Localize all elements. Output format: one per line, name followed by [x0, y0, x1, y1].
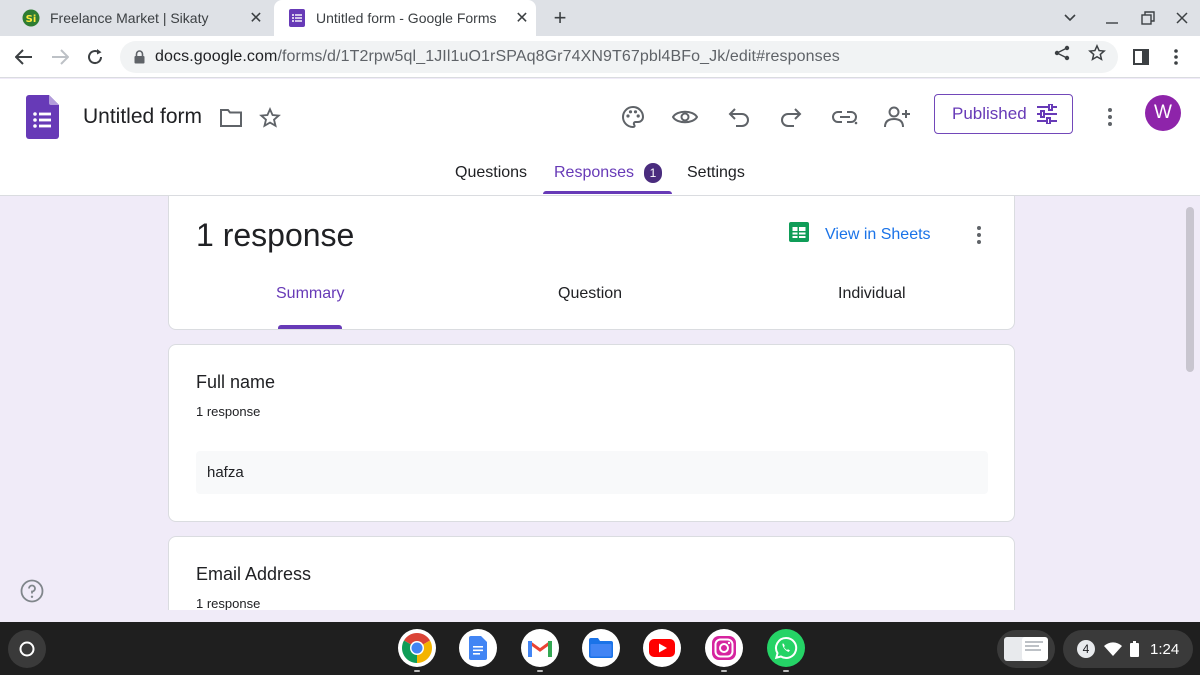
view-in-sheets-label: View in Sheets: [825, 225, 931, 243]
chrome-icon[interactable]: [398, 629, 436, 667]
tab-title: Untitled form - Google Forms: [316, 10, 497, 26]
instagram-icon[interactable]: [705, 629, 743, 667]
question-card-full-name: Full name 1 response hafza: [168, 344, 1015, 522]
publish-settings-icon: [1036, 103, 1058, 129]
undo-icon[interactable]: [723, 101, 755, 133]
youtube-icon[interactable]: [643, 629, 681, 667]
running-indicator: [721, 670, 727, 672]
question-response-count: 1 response: [196, 404, 261, 419]
lock-icon: [134, 50, 145, 64]
palette-icon[interactable]: [617, 101, 649, 133]
close-tab-icon[interactable]: ✕: [242, 8, 270, 28]
wifi-icon: [1104, 642, 1122, 656]
published-button[interactable]: Published: [934, 94, 1073, 134]
responses-summary-card: 1 response View in Sheets Summary Questi…: [168, 196, 1015, 330]
notification-count: 4: [1077, 640, 1095, 658]
question-title: Email Address: [196, 564, 312, 584]
battery-icon: [1130, 641, 1139, 657]
subtab-individual[interactable]: Individual: [838, 285, 906, 303]
gmail-icon[interactable]: [521, 629, 559, 667]
tab-responses[interactable]: Responses: [554, 164, 634, 182]
share-icon[interactable]: [1053, 44, 1071, 62]
view-in-sheets-button[interactable]: View in Sheets: [789, 222, 931, 247]
subtab-question[interactable]: Question: [558, 285, 622, 303]
browser-menu-icon[interactable]: [1162, 43, 1190, 71]
answer-item: hafza: [196, 451, 988, 494]
more-options-icon[interactable]: [1094, 101, 1126, 133]
holding-space-thumbnail[interactable]: [997, 630, 1055, 668]
folder-icon[interactable]: [215, 102, 247, 134]
whatsapp-icon[interactable]: [767, 629, 805, 667]
active-subtab-indicator: [278, 325, 342, 329]
os-shelf: 4 1:24: [0, 622, 1200, 675]
files-icon[interactable]: [582, 629, 620, 667]
bookmark-star-icon[interactable]: [1088, 44, 1106, 62]
reload-icon[interactable]: [81, 43, 109, 71]
url-text: docs.google.com/forms/d/1T2rpw5ql_1JIl1u…: [155, 48, 840, 66]
running-indicator: [537, 670, 543, 672]
browser-toolbar: docs.google.com/forms/d/1T2rpw5ql_1JIl1u…: [0, 36, 1200, 78]
add-collaborator-icon[interactable]: [881, 101, 913, 133]
url-path: /forms/d/1T2rpw5ql_1JIl1uO1rSPAq8Gr74XN9…: [277, 48, 840, 65]
copy-link-icon[interactable]: [829, 101, 861, 133]
google-docs-icon[interactable]: [459, 629, 497, 667]
forward-icon[interactable]: [46, 43, 74, 71]
running-indicator: [414, 670, 420, 672]
subtab-summary[interactable]: Summary: [276, 285, 344, 303]
help-icon[interactable]: [20, 579, 44, 603]
google-sheets-icon: [789, 222, 809, 247]
minimize-icon[interactable]: [1100, 0, 1124, 36]
browser-tab-google-forms[interactable]: Untitled form - Google Forms ✕: [274, 0, 536, 36]
response-count: 1 response: [196, 217, 355, 253]
tab-questions[interactable]: Questions: [455, 164, 527, 182]
close-window-icon[interactable]: [1170, 0, 1194, 36]
google-forms-logo[interactable]: [26, 95, 59, 144]
tab-search-icon[interactable]: [1058, 0, 1082, 36]
side-panel-icon[interactable]: [1127, 43, 1155, 71]
published-label: Published: [952, 104, 1027, 123]
svg-text:Si: Si: [26, 14, 37, 25]
star-icon[interactable]: [254, 102, 286, 134]
clock-time: 1:24: [1150, 640, 1180, 658]
responses-count-badge: 1: [644, 163, 662, 183]
browser-tab-sikaty[interactable]: Si Freelance Market | Sikaty ✕: [8, 0, 270, 36]
question-response-count: 1 response: [196, 596, 261, 610]
launcher-icon[interactable]: [8, 630, 46, 668]
question-card-email-address: Email Address 1 response: [168, 536, 1015, 610]
form-title[interactable]: Untitled form: [83, 105, 202, 129]
redo-icon[interactable]: [775, 101, 807, 133]
question-title: Full name: [196, 372, 276, 392]
tab-settings[interactable]: Settings: [687, 164, 745, 182]
responses-more-icon[interactable]: [969, 223, 989, 247]
preview-eye-icon[interactable]: [669, 101, 701, 133]
scrollbar-thumb[interactable]: [1186, 207, 1194, 372]
sikaty-icon: Si: [22, 9, 40, 27]
restore-icon[interactable]: [1136, 0, 1160, 36]
url-host: docs.google.com: [155, 48, 278, 65]
status-area[interactable]: 4 1:24: [1063, 630, 1193, 668]
back-icon[interactable]: [10, 43, 38, 71]
active-tab-indicator: [543, 191, 672, 194]
tab-title: Freelance Market | Sikaty: [50, 10, 209, 26]
forms-header: Untitled form Published W Questions Resp…: [0, 79, 1200, 196]
responses-content: 1 response View in Sheets Summary Questi…: [0, 196, 1184, 610]
browser-tab-strip: Si Freelance Market | Sikaty ✕ Untitled …: [0, 0, 1200, 36]
running-indicator: [783, 670, 789, 672]
new-tab-button[interactable]: +: [546, 4, 574, 32]
address-bar[interactable]: docs.google.com/forms/d/1T2rpw5ql_1JIl1u…: [120, 41, 1118, 73]
google-forms-icon: [288, 9, 306, 27]
close-tab-icon[interactable]: ✕: [508, 8, 536, 28]
avatar[interactable]: W: [1145, 95, 1181, 131]
